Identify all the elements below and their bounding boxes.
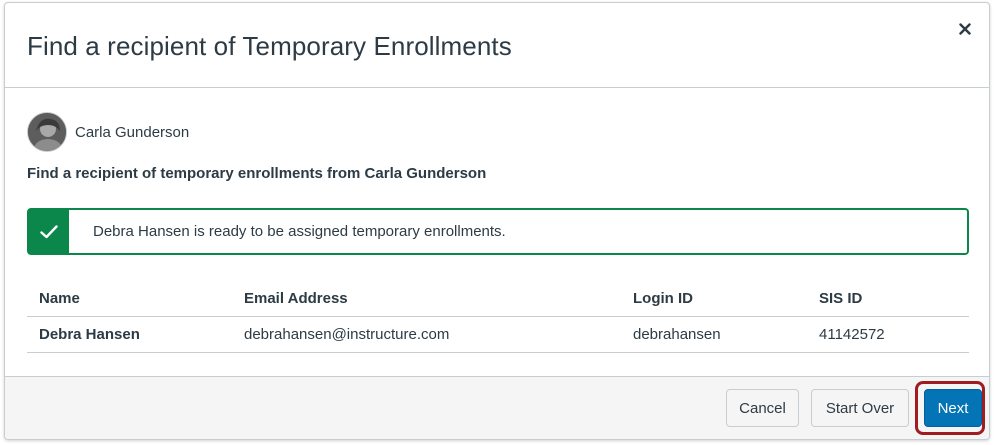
- column-header-email: Email Address: [244, 290, 348, 307]
- cell-sis-id: 41142572: [819, 326, 885, 343]
- modal-subtitle: Find a recipient of temporary enrollment…: [27, 165, 487, 182]
- cell-login-id: debrahansen: [633, 326, 721, 343]
- next-button[interactable]: Next: [924, 389, 982, 427]
- table-row: Debra Hansen debrahansen@instructure.com…: [27, 317, 969, 353]
- modal-header: Find a recipient of Temporary Enrollment…: [5, 3, 989, 88]
- checkmark-icon: [40, 224, 58, 238]
- success-alert: Debra Hansen is ready to be assigned tem…: [27, 208, 969, 255]
- cell-email: debrahansen@instructure.com: [244, 326, 450, 343]
- cancel-button[interactable]: Cancel: [726, 389, 799, 427]
- alert-message: Debra Hansen is ready to be assigned tem…: [93, 223, 506, 240]
- temporary-enrollment-modal: Find a recipient of Temporary Enrollment…: [4, 2, 990, 440]
- column-header-login-id: Login ID: [633, 290, 693, 307]
- source-user-name: Carla Gunderson: [75, 123, 190, 141]
- cell-name: Debra Hansen: [39, 326, 140, 343]
- avatar: [27, 112, 67, 152]
- alert-icon-box: [29, 210, 69, 253]
- column-header-name: Name: [39, 290, 80, 307]
- modal-footer: Cancel Start Over Next: [5, 376, 989, 439]
- column-header-sis-id: SIS ID: [819, 290, 863, 307]
- modal-title: Find a recipient of Temporary Enrollment…: [27, 31, 512, 61]
- table-header-row: Name Email Address Login ID SIS ID: [27, 281, 969, 317]
- recipient-table: Name Email Address Login ID SIS ID Debra…: [27, 281, 969, 353]
- start-over-button[interactable]: Start Over: [811, 389, 909, 427]
- close-button[interactable]: [953, 17, 977, 41]
- source-user: Carla Gunderson: [27, 112, 189, 152]
- close-icon: [959, 23, 971, 35]
- next-button-highlight: Next: [915, 381, 985, 435]
